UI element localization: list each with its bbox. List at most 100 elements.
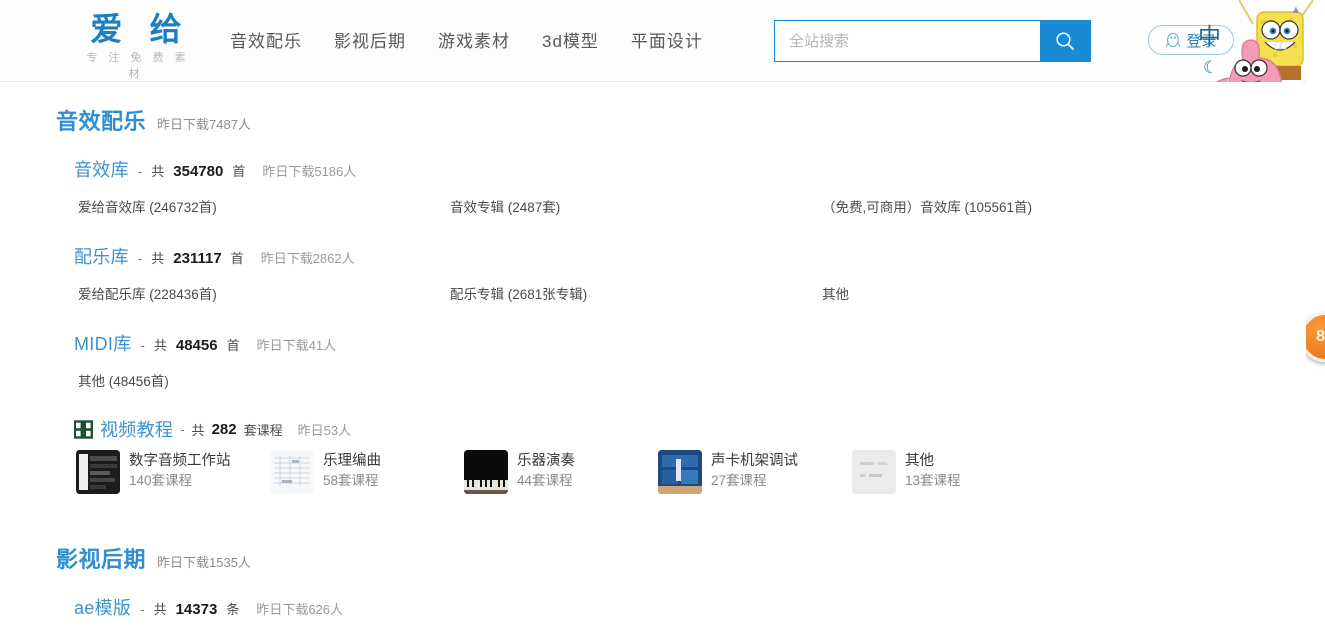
search-input[interactable] — [775, 21, 1040, 61]
card-title: 其他 — [905, 453, 934, 469]
main-content: 音效配乐 昨日下载7487人 音效库 - 共 354780 首 昨日下载5186… — [0, 82, 1306, 632]
sub-link-bgm-1[interactable]: 爱给配乐库 (228436首) — [78, 283, 450, 303]
site-header: 爱 给 专 注 免 费 素 材 音效配乐 影视后期 游戏素材 3d模型 平面设计 — [0, 0, 1314, 128]
nav-item-3d[interactable]: 3d模型 — [542, 27, 599, 52]
daw-thumb — [76, 450, 120, 494]
library-unit-prefix: 共 — [151, 251, 165, 266]
card-sub: 140套课程 — [129, 473, 193, 488]
nav-item-video[interactable]: 影视后期 — [334, 27, 406, 52]
library-link-bgm[interactable]: 配乐库 — [74, 243, 129, 269]
other-thumb — [852, 450, 896, 494]
library-unit-prefix: 共 — [151, 164, 165, 179]
library-link-midi[interactable]: MIDI库 — [74, 330, 132, 356]
section-audio: 音效配乐 昨日下载7487人 音效库 - 共 354780 首 昨日下载5186… — [0, 82, 1306, 494]
library-count-sfx: 354780 — [173, 163, 224, 180]
card-other-tutorial[interactable]: 其他 13套课程 — [852, 450, 1046, 494]
library-unit-prefix: 共 — [153, 338, 167, 353]
card-sub: 58套课程 — [323, 473, 379, 488]
library-dash: - — [140, 338, 145, 353]
library-dash: - — [137, 251, 143, 266]
sub-link-midi-1[interactable]: 其他 (48456首) — [78, 370, 450, 390]
score-thumb — [270, 450, 314, 494]
sub-link-sfx-1[interactable]: 爱给音效库 (246732首) — [78, 196, 450, 216]
tutorial-dash: - — [180, 421, 185, 437]
section-header-audio: 音效配乐 昨日下载7487人 — [56, 104, 1306, 136]
nav-item-graphic[interactable]: 平面设计 — [631, 27, 703, 52]
dark-mode-icon[interactable]: ☾ — [1203, 58, 1218, 78]
section-meta-video: 昨日下载1535人 — [157, 555, 251, 570]
login-button[interactable]: 登录 — [1148, 25, 1234, 55]
sub-links-midi: 其他 (48456首) — [56, 370, 1306, 390]
soundcard-thumb — [658, 450, 702, 494]
page-root: 爱 给 专 注 免 费 素 材 音效配乐 影视后期 游戏素材 3d模型 平面设计 — [0, 0, 1325, 632]
library-meta-bgm: 昨日下载2862人 — [260, 251, 355, 266]
card-music-theory[interactable]: 乐理编曲 58套课程 — [270, 450, 464, 494]
section-title-audio[interactable]: 音效配乐 — [56, 104, 146, 136]
film-strip-icon — [74, 419, 93, 439]
piano-thumb-art — [464, 450, 508, 494]
other-thumb-art — [852, 450, 896, 494]
sub-links-sfx: 爱给音效库 (246732首) 音效专辑 (2487套) （免费,可商用）音效库… — [56, 196, 1306, 216]
score-thumb-art — [270, 450, 314, 494]
logo-main-text: 爱 给 — [90, 10, 190, 48]
card-soundcard[interactable]: 声卡机架调试 27套课程 — [658, 450, 852, 494]
card-daw[interactable]: 数字音频工作站 140套课程 — [76, 450, 270, 494]
card-text: 乐理编曲 58套课程 — [323, 450, 381, 490]
scroll-up-icon[interactable]: ▲ — [1290, 4, 1302, 16]
library-row-bgm: 配乐库 - 共 231117 首 昨日下载2862人 — [56, 243, 1306, 269]
sub-link-bgm-2[interactable]: 配乐专辑 (2681张专辑) — [450, 283, 822, 303]
library-link-sfx[interactable]: 音效库 — [74, 156, 129, 182]
section-video: 影视后期 昨日下载1535人 ae模版 - 共 14373 条 昨日下载626人 — [0, 494, 1306, 632]
tutorial-link[interactable]: 视频教程 — [100, 416, 173, 442]
card-title: 声卡机架调试 — [711, 453, 798, 469]
library-unit: 首 — [230, 251, 244, 266]
library-meta-sfx: 昨日下载5186人 — [262, 164, 357, 179]
library-count-bgm: 231117 — [173, 250, 222, 267]
card-title: 数字音频工作站 — [129, 453, 231, 469]
section-title-video[interactable]: 影视后期 — [56, 542, 146, 574]
library-link-ae[interactable]: ae模版 — [74, 594, 131, 620]
card-instrument[interactable]: 乐器演奏 44套课程 — [464, 450, 658, 494]
sub-links-bgm: 爱给配乐库 (228436首) 配乐专辑 (2681张专辑) 其他 — [56, 283, 1306, 303]
search-bar — [774, 20, 1091, 62]
sub-link-sfx-3[interactable]: （免费,可商用）音效库 (105561首) — [822, 196, 1194, 216]
section-header-video: 影视后期 昨日下载1535人 — [56, 542, 1306, 574]
search-button[interactable] — [1040, 21, 1090, 61]
sub-link-bgm-3[interactable]: 其他 — [822, 283, 1194, 303]
nav-item-game[interactable]: 游戏素材 — [438, 27, 510, 52]
logo-tagline: 专 注 免 费 素 材 — [86, 52, 190, 80]
tutorial-count: 282 — [211, 420, 237, 438]
soundcard-thumb-art — [658, 450, 702, 494]
library-unit: 首 — [226, 338, 240, 353]
section-meta-audio: 昨日下载7487人 — [157, 117, 251, 132]
card-text: 其他 13套课程 — [905, 450, 961, 490]
library-unit: 首 — [232, 164, 246, 179]
library-row-midi: MIDI库 - 共 48456 首 昨日下载41人 — [56, 330, 1306, 356]
tutorial-unit: 套课程 — [243, 422, 283, 438]
tutorial-unit-prefix: 共 — [191, 422, 205, 438]
language-mark[interactable]: 中 — [1198, 17, 1221, 51]
piano-thumb — [464, 450, 508, 494]
library-count-midi: 48456 — [175, 337, 218, 354]
search-icon — [1056, 32, 1074, 50]
library-count-ae: 14373 — [175, 601, 218, 618]
main-nav: 音效配乐 影视后期 游戏素材 3d模型 平面设计 — [230, 27, 703, 52]
tutorial-card-grid: 数字音频工作站 140套课程 乐理编曲 58套课程 乐器演奏 44套课程 声卡机… — [56, 450, 1306, 494]
library-unit: 条 — [226, 602, 240, 617]
library-dash: - — [140, 602, 145, 617]
card-text: 数字音频工作站 140套课程 — [129, 450, 231, 490]
library-dash: - — [137, 164, 143, 179]
card-sub: 44套课程 — [517, 473, 573, 488]
library-row-sfx: 音效库 - 共 354780 首 昨日下载5186人 — [56, 156, 1306, 182]
qq-penguin-icon — [1165, 32, 1182, 48]
library-unit-prefix: 共 — [153, 602, 167, 617]
sub-link-sfx-2[interactable]: 音效专辑 (2487套) — [450, 196, 822, 216]
nav-item-audio[interactable]: 音效配乐 — [230, 27, 302, 52]
library-meta-midi: 昨日下载41人 — [256, 338, 337, 353]
card-title: 乐理编曲 — [323, 453, 381, 469]
library-meta-ae: 昨日下载626人 — [256, 602, 344, 617]
card-text: 乐器演奏 44套课程 — [517, 450, 575, 490]
card-title: 乐器演奏 — [517, 453, 575, 469]
site-logo[interactable]: 爱 给 专 注 免 费 素 材 — [76, 10, 196, 82]
tutorial-meta: 昨日53人 — [297, 422, 352, 438]
